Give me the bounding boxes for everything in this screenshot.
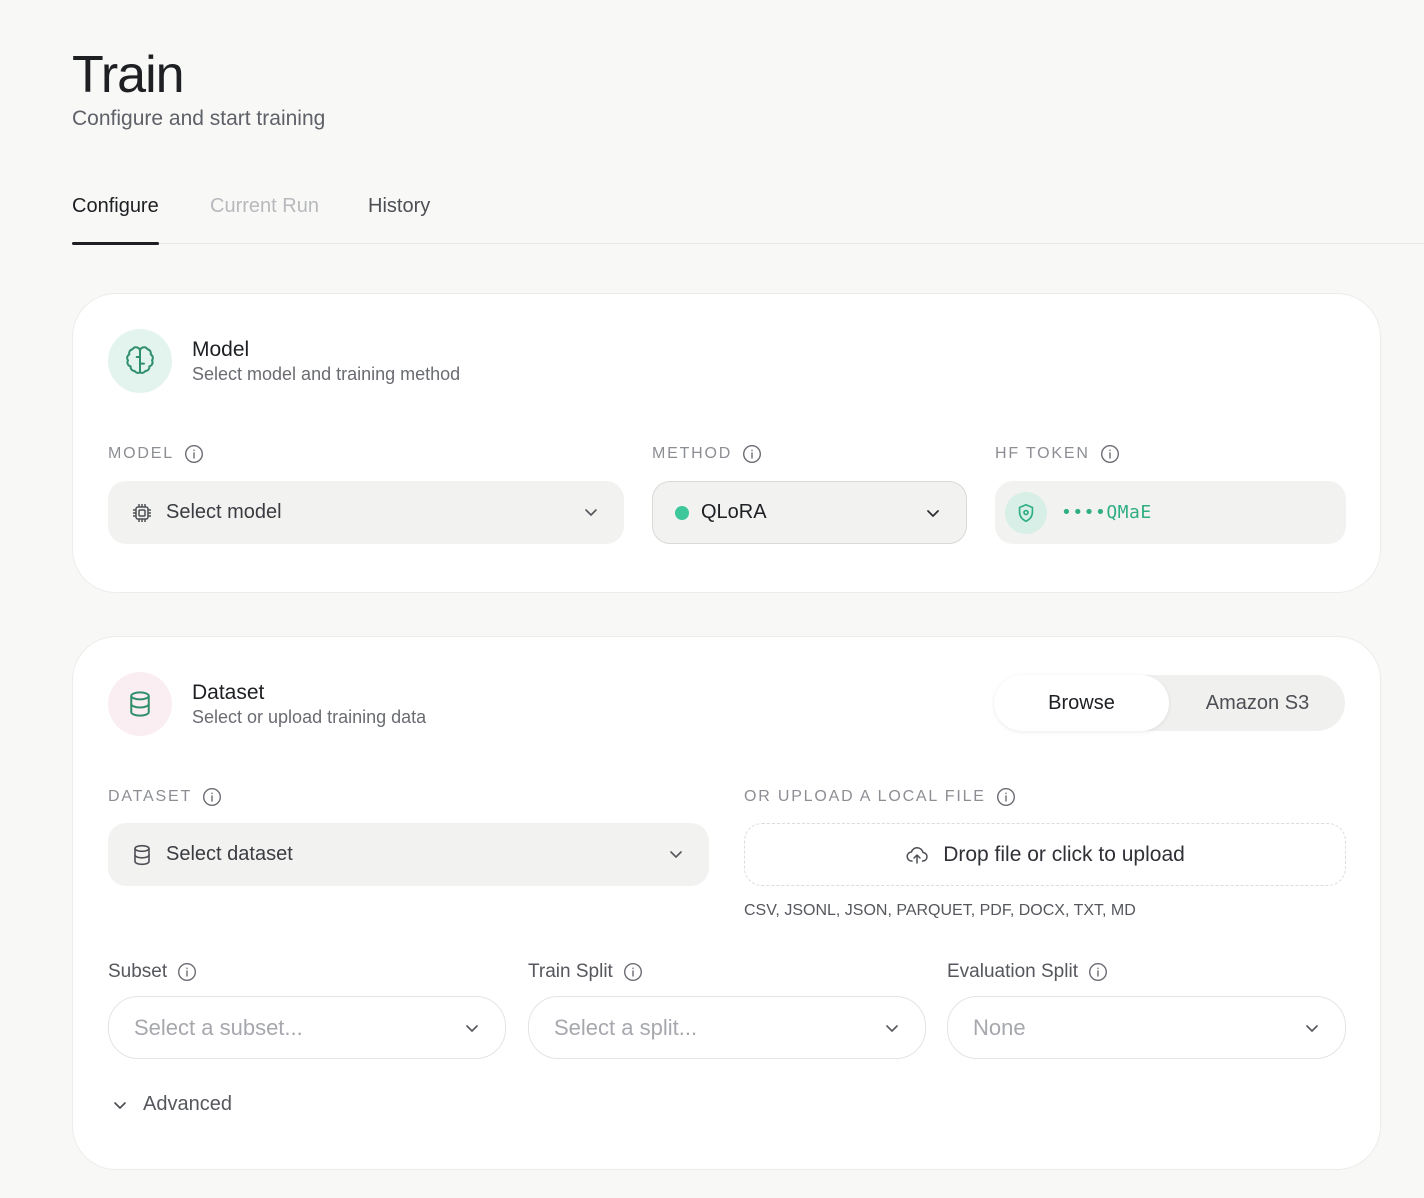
browse-option[interactable]: Browse bbox=[994, 675, 1169, 731]
chevron-down-icon bbox=[114, 1101, 126, 1109]
page-subtitle: Configure and start training bbox=[72, 107, 326, 130]
page-title: Train bbox=[72, 46, 185, 104]
upload-text: Drop file or click to upload bbox=[943, 842, 1185, 866]
method-select[interactable]: QLoRA bbox=[652, 481, 967, 544]
hf-token-field[interactable]: ••••QMaE bbox=[995, 481, 1346, 544]
info-icon[interactable] bbox=[1100, 444, 1120, 464]
method-label-text: METHOD bbox=[652, 445, 733, 462]
dataset-card-subtitle: Select or upload training data bbox=[192, 707, 427, 727]
eval-split-label-text: Evaluation Split bbox=[947, 961, 1078, 982]
amazon-s3-option[interactable]: Amazon S3 bbox=[1170, 675, 1345, 731]
model-card: Model Select model and training method M… bbox=[72, 293, 1381, 593]
tab-current-run: Current Run bbox=[210, 195, 319, 217]
model-select-placeholder: Select model bbox=[166, 501, 282, 523]
subset-label-text: Subset bbox=[108, 961, 168, 982]
database-icon bbox=[108, 672, 172, 736]
advanced-toggle[interactable]: Advanced bbox=[111, 1093, 232, 1116]
chevron-down-icon bbox=[585, 509, 597, 516]
hf-token-label-text: HF TOKEN bbox=[995, 445, 1090, 462]
info-icon[interactable] bbox=[1088, 962, 1108, 982]
train-split-label: Train Split bbox=[528, 962, 643, 982]
subset-select[interactable]: Select a subset... bbox=[108, 996, 506, 1059]
supported-formats: CSV, JSONL, JSON, PARQUET, PDF, DOCX, TX… bbox=[744, 902, 1136, 919]
chevron-down-icon bbox=[927, 510, 939, 517]
dataset-select[interactable]: Select dataset bbox=[108, 823, 709, 886]
info-icon[interactable] bbox=[996, 787, 1016, 807]
dataset-select-placeholder: Select dataset bbox=[166, 843, 293, 865]
source-toggle: Browse Amazon S3 bbox=[994, 675, 1345, 731]
page-header: Train Configure and start training bbox=[72, 44, 325, 132]
upload-dropzone[interactable]: Drop file or click to upload bbox=[744, 823, 1346, 886]
train-split-select[interactable]: Select a split... bbox=[528, 996, 926, 1059]
info-icon[interactable] bbox=[202, 787, 222, 807]
tab-bar: Configure Current Run History bbox=[72, 186, 1424, 245]
dataset-card: Dataset Select or upload training data B… bbox=[72, 636, 1381, 1170]
cloud-upload-icon bbox=[906, 846, 928, 864]
chevron-down-icon bbox=[1306, 1025, 1318, 1032]
tab-configure[interactable]: Configure bbox=[72, 192, 159, 245]
method-select-value: QLoRA bbox=[701, 501, 767, 523]
tab-history[interactable]: History bbox=[368, 192, 430, 220]
dataset-label: DATASET bbox=[108, 787, 222, 807]
status-dot bbox=[675, 505, 689, 520]
database-icon bbox=[134, 844, 150, 865]
chevron-down-icon bbox=[670, 851, 682, 858]
upload-label: OR UPLOAD A LOCAL FILE bbox=[744, 787, 1016, 807]
hf-token-label: HF TOKEN bbox=[995, 444, 1120, 464]
chevron-down-icon bbox=[466, 1025, 478, 1032]
model-card-subtitle: Select model and training method bbox=[192, 364, 461, 384]
shield-icon bbox=[1005, 491, 1047, 534]
subset-placeholder: Select a subset... bbox=[134, 1014, 303, 1040]
info-icon[interactable] bbox=[177, 962, 197, 982]
upload-label-text: OR UPLOAD A LOCAL FILE bbox=[744, 788, 986, 805]
model-card-title: Model bbox=[192, 338, 250, 361]
dataset-card-title: Dataset bbox=[192, 681, 265, 704]
chevron-down-icon bbox=[886, 1025, 898, 1032]
model-label: MODEL bbox=[108, 444, 204, 464]
model-label-text: MODEL bbox=[108, 445, 174, 462]
eval-split-label: Evaluation Split bbox=[947, 962, 1108, 982]
train-split-placeholder: Select a split... bbox=[554, 1014, 698, 1040]
info-icon[interactable] bbox=[184, 444, 204, 464]
train-split-label-text: Train Split bbox=[528, 961, 613, 982]
eval-split-value: None bbox=[973, 1014, 1026, 1040]
info-icon[interactable] bbox=[623, 962, 643, 982]
eval-split-select[interactable]: None bbox=[947, 996, 1346, 1059]
brain-icon bbox=[108, 329, 172, 393]
chip-icon bbox=[133, 503, 151, 522]
dataset-label-text: DATASET bbox=[108, 788, 193, 805]
info-icon[interactable] bbox=[742, 444, 762, 464]
subset-label: Subset bbox=[108, 962, 197, 982]
model-select[interactable]: Select model bbox=[108, 481, 624, 544]
hf-token-value: ••••QMaE bbox=[1061, 502, 1152, 523]
advanced-label: Advanced bbox=[143, 1093, 232, 1115]
method-label: METHOD bbox=[652, 444, 762, 464]
